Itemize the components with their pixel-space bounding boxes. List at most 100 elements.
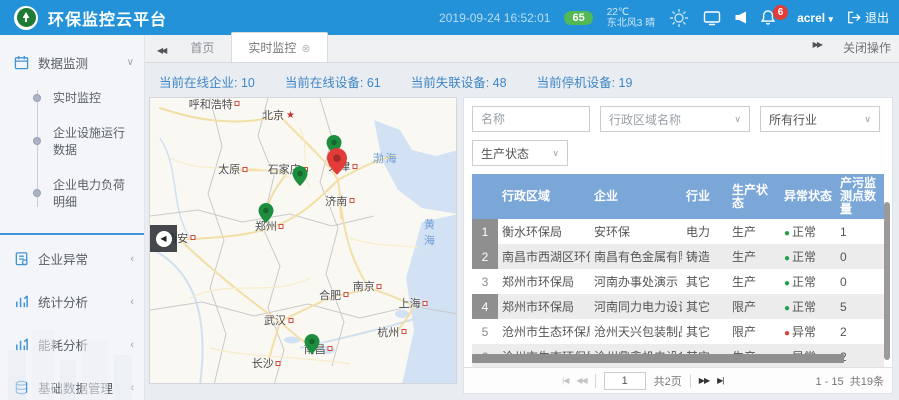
tab-bar: ◀◀ 首页实时监控⊗ ▶▶ 关闭操作 [145,35,899,63]
app-logo-icon [14,6,38,30]
cell-production: 生产 [728,219,780,244]
tab-close-icon[interactable]: ⊗ [301,43,310,55]
sidebar-subitem[interactable]: 企业电力负荷明细 [33,167,134,219]
notification-bell-icon[interactable]: 6 [761,10,775,25]
monitor-icon[interactable] [703,10,721,26]
timeline-dot-icon [33,137,41,145]
sidebar-item-label: 基础数据管理 [38,378,113,397]
tab-首页[interactable]: 首页 [173,32,231,62]
sidebar-subitem[interactable]: 实时监控 [33,80,134,115]
normal-pin-icon[interactable] [305,334,320,357]
production-status-select[interactable]: 生产状态 ∨ [472,140,568,166]
user-menu[interactable]: acrel ▾ [797,11,833,25]
prev-page-button[interactable]: ◀◀ [576,376,586,385]
city-marker-icon [377,284,382,289]
table-row[interactable]: 1衡水环保局安环保电力生产●正常110 [472,219,884,244]
map-city-label: 长沙 [252,355,281,371]
cell-industry: 铸造 [682,244,728,269]
sidebar-divider [0,233,144,235]
sidebar-item[interactable]: 基础数据管理‹ [0,366,144,400]
sidebar-subitem-label: 实时监控 [53,89,101,106]
enterprise-table-wrap: 行政区域企业行业生产状态异常状态产污监测点数量治污监测点数量监测点运行数量 1衡… [472,174,884,371]
cell-abnormal: ●异常 [780,319,836,344]
sidebar-item[interactable]: 数据监测∨ [14,47,134,78]
table-row[interactable]: 2南昌市西湖区环保局南昌有色金属有限公司铸造生产●正常010 [472,244,884,269]
city-marker-icon [235,101,240,106]
weather-info: 22℃ 东北风3 晴 [607,7,655,29]
col-企业[interactable]: 企业 [590,174,682,219]
horizontal-scrollbar[interactable] [472,354,844,363]
sidebar-item-label: 企业异常 [38,249,88,268]
chevron-down-icon: ∨ [544,148,559,159]
map-city-label: 南京 [353,278,382,294]
next-page-button[interactable]: ▶▶ [699,376,709,385]
header-datetime: 2019-09-24 16:52:01 [439,11,550,25]
cell-abnormal: ●正常 [780,269,836,294]
cell-production: 生产 [728,269,780,294]
wind-label: 东北风3 晴 [607,18,655,29]
speaker-icon[interactable] [735,11,747,24]
region-select[interactable]: 行政区域名称 ∨ [600,106,750,132]
tabs-scroll-right-icon[interactable]: ▶▶ [809,40,829,56]
tabs-scroll-left-icon[interactable]: ◀◀ [153,46,173,62]
city-marker-icon [328,346,333,351]
col-生产状态[interactable]: 生产状态 [728,174,780,219]
cell-company: 安环保 [590,219,682,244]
col-产污监测点数量[interactable]: 产污监测点数量 [836,174,882,219]
sun-icon [669,8,689,28]
cell-industry: 电力 [682,219,728,244]
cell-production: 限产 [728,319,780,344]
enterprise-table: 行政区域企业行业生产状态异常状态产污监测点数量治污监测点数量监测点运行数量 1衡… [472,174,884,371]
city-marker-icon [190,235,195,240]
chevron-down-icon: ∨ [726,114,741,125]
city-marker-icon [279,224,284,229]
map-panel[interactable]: 渤海黄海呼和浩特北京★天津太原石家庄济南西安郑州南京合肥武汉上海杭州长沙南昌 ◀ [149,97,457,384]
app-root: 环保监控云平台 2019-09-24 16:52:01 65 22℃ 东北风3 … [0,0,899,400]
main-content: ◀◀ 首页实时监控⊗ ▶▶ 关闭操作 当前在线企业: 10当前在线设备: 61当… [145,35,899,400]
vertical-scrollbar[interactable] [884,202,890,360]
sidebar-item[interactable]: 能耗分析‹ [0,323,144,366]
table-row[interactable]: 5沧州市生态环保局沧州天兴包装制品其它限产●异常213 [472,319,884,344]
stat-当前失联设备: 当前失联设备: 48 [411,72,507,91]
city-marker-icon [349,198,354,203]
normal-pin-icon[interactable] [292,166,307,189]
barchart-icon [14,337,29,352]
stat-当前在线设备: 当前在线设备: 61 [285,72,381,91]
col-行业[interactable]: 行业 [682,174,728,219]
row-number: 1 [472,219,498,244]
stat-当前停机设备: 当前停机设备: 19 [537,72,633,91]
table-row[interactable]: 3郑州市环保局河南办事处演示其它生产●正常010 [472,269,884,294]
table-row[interactable]: 4郑州市环保局河南同力电力设计其它限产●正常525 [472,294,884,319]
map-city-label: 武汉 [264,312,293,328]
sidebar-subitem[interactable]: 企业设施运行数据 [33,115,134,167]
calendar-icon [14,55,29,70]
city-marker-icon [276,361,281,366]
page-number-input[interactable] [604,372,646,390]
map-panel-collapse-button[interactable]: ◀ [150,225,177,252]
normal-pin-icon[interactable] [259,203,274,226]
notification-count-badge[interactable]: 6 [773,5,788,20]
tab-实时监控[interactable]: 实时监控⊗ [231,32,327,62]
city-marker-icon [401,329,406,334]
logout-button[interactable]: 退出 [847,9,889,26]
timeline-dot-icon [33,94,41,102]
alarm-pin-icon[interactable] [327,148,347,178]
sidebar-item[interactable]: 统计分析‹ [0,280,144,323]
industry-select[interactable]: 所有行业 ∨ [760,106,880,132]
sidebar-item[interactable]: 企业异常‹ [0,237,144,280]
city-marker-icon [288,318,293,323]
first-page-button[interactable]: |◀ [562,376,568,385]
clipboard-icon [14,251,29,266]
cell-region: 衡水环保局 [498,219,590,244]
col-异常状态[interactable]: 异常状态 [780,174,836,219]
app-title: 环保监控云平台 [48,6,167,30]
aqi-badge: 65 [564,11,592,25]
cell-company: 沧州天兴包装制品 [590,319,682,344]
sidebar-subitem-label: 企业设施运行数据 [53,124,134,158]
last-page-button[interactable]: ▶| [717,376,723,385]
close-operations-button[interactable]: 关闭操作 [843,39,891,56]
name-search-input[interactable] [472,106,590,132]
cell-abnormal: ●正常 [780,244,836,269]
col-行政区域[interactable]: 行政区域 [498,174,590,219]
timeline-dot-icon [33,189,41,197]
